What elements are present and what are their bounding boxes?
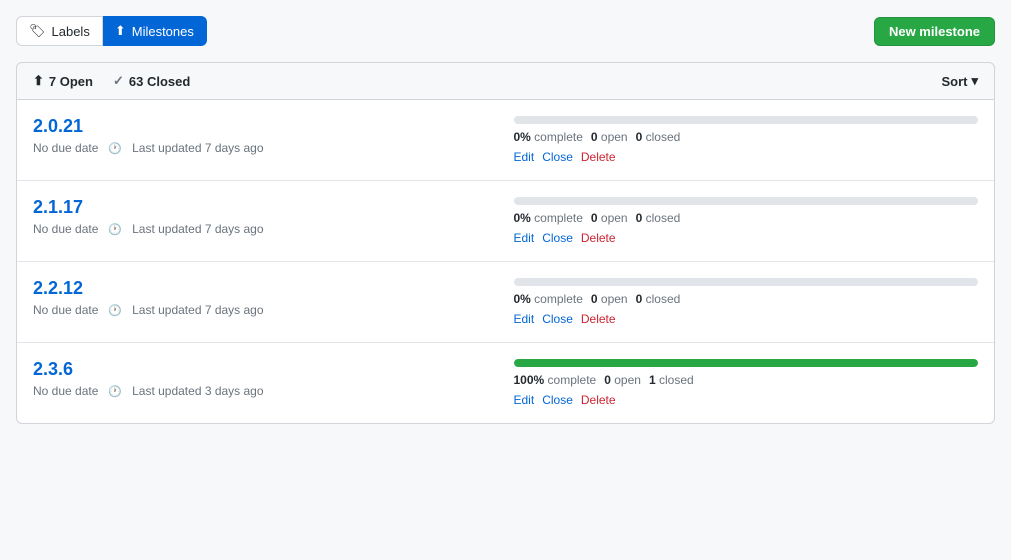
new-milestone-button[interactable]: New milestone (874, 17, 995, 46)
edit-link-1[interactable]: Edit (514, 231, 535, 245)
milestone-row: 2.1.17 No due date 🕐 Last updated 7 days… (17, 181, 994, 262)
progress-closed-0: 0 closed (636, 130, 681, 144)
progress-percent-2: 0% complete (514, 292, 583, 306)
milestones-tab-label: Milestones (132, 24, 194, 39)
milestone-right-3: 100% complete 0 open 1 closed Edit Close… (514, 359, 979, 407)
progress-percent-1: 0% complete (514, 211, 583, 225)
progress-stats-3: 100% complete 0 open 1 closed (514, 373, 979, 387)
edit-link-2[interactable]: Edit (514, 312, 535, 326)
progress-open-0: 0 open (591, 130, 628, 144)
sort-label: Sort (941, 74, 967, 89)
delete-link-3[interactable]: Delete (581, 393, 616, 407)
delete-link-0[interactable]: Delete (581, 150, 616, 164)
sort-button[interactable]: Sort ▾ (941, 73, 978, 89)
milestone-row: 2.2.12 No due date 🕐 Last updated 7 days… (17, 262, 994, 343)
progress-stats-1: 0% complete 0 open 0 closed (514, 211, 979, 225)
close-link-0[interactable]: Close (542, 150, 573, 164)
milestone-actions-3: Edit Close Delete (514, 393, 979, 407)
milestone-icon: ⬆ (115, 23, 126, 39)
closed-filter-icon: ✓ (113, 73, 124, 89)
delete-link-1[interactable]: Delete (581, 231, 616, 245)
milestone-left-1: 2.1.17 No due date 🕐 Last updated 7 days… (33, 197, 498, 236)
milestone-due-date-3: No due date (33, 384, 98, 398)
progress-open-1: 0 open (591, 211, 628, 225)
closed-filter-label: 63 Closed (129, 74, 190, 89)
milestone-meta-3: No due date 🕐 Last updated 3 days ago (33, 384, 498, 398)
milestone-left-2: 2.2.12 No due date 🕐 Last updated 7 days… (33, 278, 498, 317)
milestone-updated-0: Last updated 7 days ago (132, 141, 263, 155)
progress-closed-3: 1 closed (649, 373, 694, 387)
clock-icon-0: 🕐 (108, 142, 122, 155)
filter-left: ⬆ 7 Open ✓ 63 Closed (33, 73, 190, 89)
labels-tab-label: Labels (52, 24, 90, 39)
edit-link-0[interactable]: Edit (514, 150, 535, 164)
milestone-due-date-0: No due date (33, 141, 98, 155)
close-link-3[interactable]: Close (542, 393, 573, 407)
progress-bar-bg-1 (514, 197, 979, 205)
closed-filter[interactable]: ✓ 63 Closed (113, 73, 190, 89)
progress-open-3: 0 open (604, 373, 641, 387)
milestone-meta-2: No due date 🕐 Last updated 7 days ago (33, 303, 498, 317)
close-link-1[interactable]: Close (542, 231, 573, 245)
progress-stats-2: 0% complete 0 open 0 closed (514, 292, 979, 306)
milestone-left-0: 2.0.21 No due date 🕐 Last updated 7 days… (33, 116, 498, 155)
milestone-meta-0: No due date 🕐 Last updated 7 days ago (33, 141, 498, 155)
milestones-tab[interactable]: ⬆ Milestones (103, 16, 207, 46)
open-filter[interactable]: ⬆ 7 Open (33, 73, 93, 89)
milestone-row: 2.0.21 No due date 🕐 Last updated 7 days… (17, 100, 994, 181)
open-filter-icon: ⬆ (33, 73, 44, 89)
progress-percent-0: 0% complete (514, 130, 583, 144)
clock-icon-3: 🕐 (108, 385, 122, 398)
milestone-title-1[interactable]: 2.1.17 (33, 197, 498, 218)
milestone-title-3[interactable]: 2.3.6 (33, 359, 498, 380)
milestone-right-0: 0% complete 0 open 0 closed Edit Close D… (514, 116, 979, 164)
labels-tab[interactable]: 🏷 Labels (16, 16, 103, 46)
milestone-updated-1: Last updated 7 days ago (132, 222, 263, 236)
milestones-list: 2.0.21 No due date 🕐 Last updated 7 days… (16, 100, 995, 424)
progress-percent-3: 100% complete (514, 373, 597, 387)
progress-bar-bg-2 (514, 278, 979, 286)
milestone-left-3: 2.3.6 No due date 🕐 Last updated 3 days … (33, 359, 498, 398)
tab-group: 🏷 Labels ⬆ Milestones (16, 16, 207, 46)
progress-open-2: 0 open (591, 292, 628, 306)
milestone-meta-1: No due date 🕐 Last updated 7 days ago (33, 222, 498, 236)
progress-stats-0: 0% complete 0 open 0 closed (514, 130, 979, 144)
milestone-updated-3: Last updated 3 days ago (132, 384, 263, 398)
milestone-title-0[interactable]: 2.0.21 (33, 116, 498, 137)
open-filter-label: 7 Open (49, 74, 93, 89)
filter-bar: ⬆ 7 Open ✓ 63 Closed Sort ▾ (16, 62, 995, 100)
close-link-2[interactable]: Close (542, 312, 573, 326)
label-icon: 🏷 (29, 23, 46, 39)
edit-link-3[interactable]: Edit (514, 393, 535, 407)
progress-bar-fill-3 (514, 359, 979, 367)
progress-closed-1: 0 closed (636, 211, 681, 225)
milestone-actions-0: Edit Close Delete (514, 150, 979, 164)
milestone-updated-2: Last updated 7 days ago (132, 303, 263, 317)
milestone-actions-1: Edit Close Delete (514, 231, 979, 245)
progress-bar-bg-3 (514, 359, 979, 367)
milestone-right-1: 0% complete 0 open 0 closed Edit Close D… (514, 197, 979, 245)
milestone-due-date-2: No due date (33, 303, 98, 317)
milestone-title-2[interactable]: 2.2.12 (33, 278, 498, 299)
sort-chevron-icon: ▾ (971, 73, 978, 89)
milestone-actions-2: Edit Close Delete (514, 312, 979, 326)
top-bar: 🏷 Labels ⬆ Milestones New milestone (16, 16, 995, 46)
milestone-row: 2.3.6 No due date 🕐 Last updated 3 days … (17, 343, 994, 423)
milestone-right-2: 0% complete 0 open 0 closed Edit Close D… (514, 278, 979, 326)
clock-icon-1: 🕐 (108, 223, 122, 236)
progress-closed-2: 0 closed (636, 292, 681, 306)
progress-bar-bg-0 (514, 116, 979, 124)
milestone-due-date-1: No due date (33, 222, 98, 236)
clock-icon-2: 🕐 (108, 304, 122, 317)
delete-link-2[interactable]: Delete (581, 312, 616, 326)
